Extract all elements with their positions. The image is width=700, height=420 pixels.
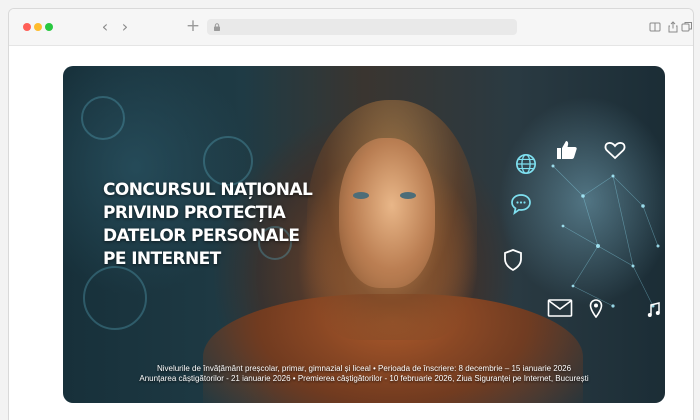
tabs-icon[interactable] (681, 21, 693, 33)
hero-banner[interactable]: CONCURSUL NAȚIONAL PRIVIND PROTECȚIA DAT… (63, 66, 665, 403)
back-button[interactable]: ‹ (97, 18, 113, 36)
location-pin-icon (589, 299, 603, 318)
girl-left-eye (353, 192, 369, 199)
minimize-window-button[interactable] (34, 23, 42, 31)
background-bokeh (81, 96, 125, 140)
forward-button[interactable]: › (117, 18, 133, 36)
address-bar[interactable] (207, 19, 517, 35)
caption-line-winners: Anunțarea câștigătorilor - 21 ianuarie 2… (139, 374, 589, 383)
maximize-window-button[interactable] (45, 23, 53, 31)
hero-title: CONCURSUL NAȚIONAL PRIVIND PROTECȚIA DAT… (103, 179, 313, 271)
girl-face (339, 138, 435, 288)
caption-line-levels-period: Nivelurile de învățământ preșcolar, prim… (156, 364, 572, 373)
mail-icon (547, 299, 573, 317)
new-tab-button[interactable]: + (185, 17, 201, 35)
shield-icon (504, 249, 522, 272)
girl-right-eye (400, 192, 416, 199)
music-note-icon (647, 302, 660, 317)
reader-icon[interactable] (649, 21, 661, 33)
hero-title-line: CONCURSUL NAȚIONAL (103, 180, 313, 200)
hero-title-line: PE INTERNET (103, 249, 221, 269)
hero-caption: Nivelurile de învățământ preșcolar, prim… (63, 364, 665, 384)
browser-toolbar: ‹ › + (9, 9, 693, 46)
hero-title-line: PRIVIND PROTECȚIA (103, 203, 286, 223)
close-window-button[interactable] (23, 23, 31, 31)
hero-title-line: DATELOR PERSONALE (103, 226, 300, 246)
globe-icon (516, 154, 536, 174)
background-bokeh (83, 266, 147, 330)
thumbs-up-icon (557, 141, 577, 159)
chat-icon (511, 194, 531, 215)
browser-window: ‹ › + CONCURSUL NAȚIONAL PRIVIND PROTECȚ… (8, 8, 694, 420)
share-icon[interactable] (667, 21, 679, 33)
heart-icon (604, 142, 626, 160)
lock-icon (214, 23, 220, 31)
